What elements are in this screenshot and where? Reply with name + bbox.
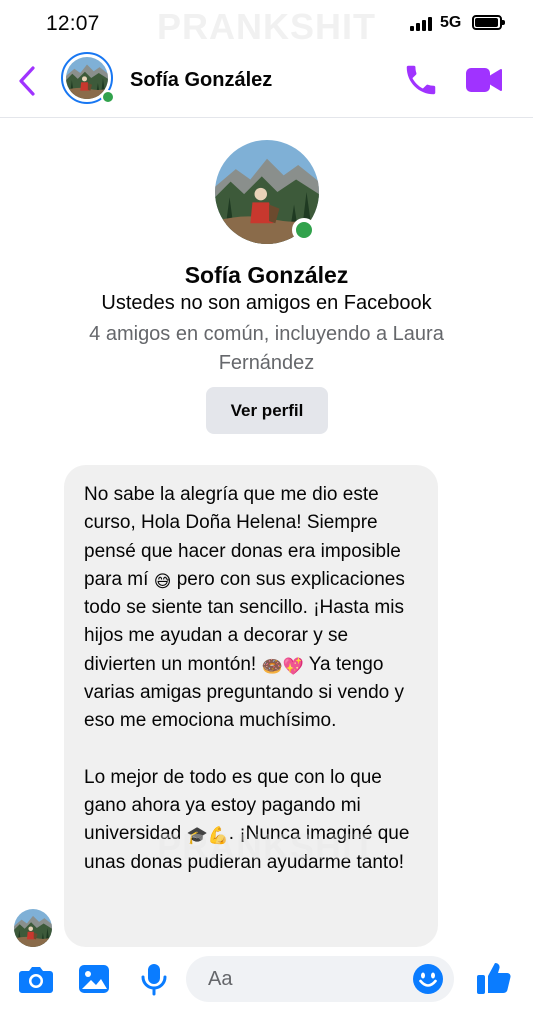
chat-header: Sofía González [0,50,533,118]
view-profile-button[interactable]: Ver perfil [206,387,328,434]
composer-bar: Aa [0,950,533,1024]
message-input-placeholder: Aa [208,968,233,990]
battery-icon [472,15,505,30]
photo-icon[interactable] [74,962,114,996]
message-input[interactable]: Aa [186,956,454,1002]
microphone-icon[interactable] [134,962,174,996]
profile-online-indicator [292,218,316,242]
contact-name[interactable]: Sofía González [130,69,272,92]
profile-name: Sofía González [184,262,349,288]
camera-icon[interactable] [16,962,56,996]
status-bar: PRANKSHIT 12:07 5G [0,0,533,50]
mutual-friends: 4 amigos en común, incluyendo a Laura Fe… [89,323,444,374]
online-indicator [101,90,115,104]
smiley-icon[interactable] [412,963,444,995]
message-bubble[interactable]: No sabe la alegría que me dio este curso… [64,465,438,947]
thumbs-up-icon[interactable] [474,958,514,998]
sweat-smile-emoji: 😅 [153,571,172,591]
network-label: 5G [440,14,462,31]
watermark: PRANKSHIT [156,826,376,867]
donut-heart-emoji: 🍩💖 [261,656,304,676]
friend-status: Ustedes no son amigos en Facebook [101,292,432,314]
status-time: 12:07 [46,12,100,35]
message-paragraph-1: No sabe la alegría que me dio este curso… [84,484,405,732]
sender-avatar[interactable] [14,909,52,947]
signal-icon [410,17,434,31]
video-camera-icon[interactable] [464,64,504,96]
back-chevron-icon[interactable] [14,64,42,98]
phone-icon[interactable] [402,61,440,99]
